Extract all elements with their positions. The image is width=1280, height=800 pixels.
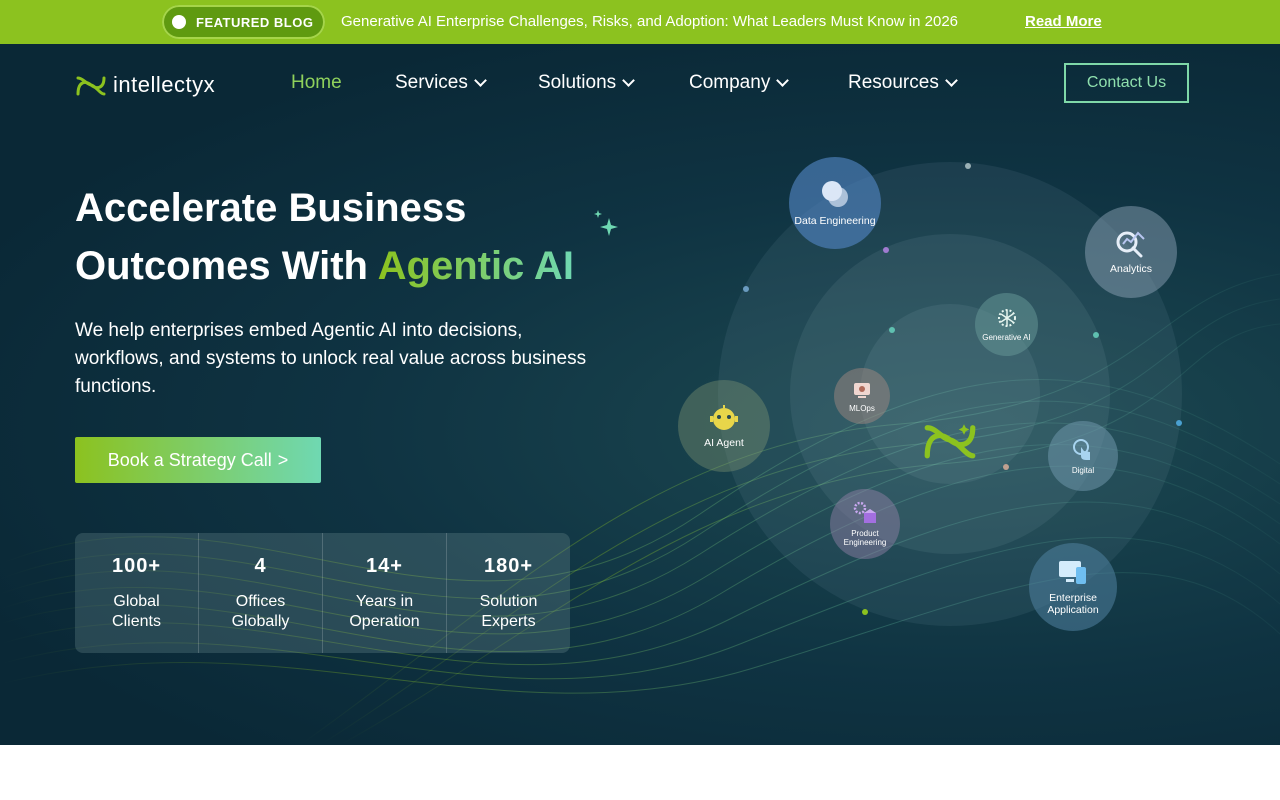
chevron-down-icon <box>622 74 636 87</box>
center-logo-icon <box>924 424 976 459</box>
node-label: Generative AI <box>982 333 1031 342</box>
node-analytics[interactable]: Analytics <box>1085 206 1177 298</box>
hero-subtitle: We help enterprises embed Agentic AI int… <box>75 320 587 397</box>
node-label: Digital <box>1071 465 1095 475</box>
nav-company[interactable]: Company <box>689 72 790 94</box>
node-label: Product Engineering <box>843 529 887 547</box>
featured-blog-headline[interactable]: Generative AI Enterprise Challenges, Ris… <box>341 13 958 30</box>
hero-title-line2: Outcomes With Agentic AI <box>75 237 574 295</box>
nav-services-label: Services <box>395 72 468 93</box>
nav-company-label: Company <box>689 72 771 93</box>
hero-title-accent: Agentic AI <box>377 244 574 288</box>
node-label: Data Engineering <box>794 215 876 227</box>
stat-number: 14+ <box>366 555 403 577</box>
data-engineering-icon <box>822 181 848 207</box>
cta-label: Book a Strategy Call <box>107 449 272 470</box>
mlops-icon <box>854 382 870 398</box>
book-strategy-call-button[interactable]: Book a Strategy Call > <box>75 437 321 483</box>
node-label: Enterprise Application <box>1047 592 1099 616</box>
node-ai-agent[interactable]: AI Agent <box>678 380 770 472</box>
read-more-link[interactable]: Read More <box>1025 13 1102 30</box>
hero-title: Accelerate Business Outcomes With Agenti… <box>75 179 574 295</box>
node-label: Analytics <box>1109 263 1152 275</box>
chevron-down-icon <box>944 74 958 87</box>
nav-resources-label: Resources <box>848 72 939 93</box>
stat-label: Years in Operation <box>349 593 420 630</box>
product-engineering-icon <box>853 501 876 523</box>
featured-blog-label: FEATURED BLOG <box>196 14 314 30</box>
node-enterprise-application[interactable]: Enterprise Application <box>1029 543 1117 631</box>
stat-item: 14+ Years in Operation <box>323 533 447 653</box>
next-section-placeholder <box>0 745 1280 800</box>
ai-agent-icon <box>710 405 738 430</box>
stat-number: 180+ <box>483 555 534 577</box>
nav-services[interactable]: Services <box>395 72 487 94</box>
featured-blog-badge: FEATURED BLOG <box>162 5 326 39</box>
stats-panel: 100+ Global Clients 4 Offices Globally 1… <box>75 533 570 653</box>
nav-home-label: Home <box>291 72 342 93</box>
brand-name: intellectyx <box>113 72 216 97</box>
sparkle-icon <box>594 210 618 236</box>
nav-home[interactable]: Home <box>291 72 342 94</box>
analytics-icon <box>1116 231 1145 258</box>
node-generative-ai[interactable]: Generative AI <box>975 293 1038 356</box>
nav-solutions-label: Solutions <box>538 72 617 93</box>
logo-icon <box>76 76 106 96</box>
badge-dot-icon <box>172 15 186 29</box>
node-label: AI Agent <box>704 437 744 449</box>
node-mlops[interactable]: MLOps <box>834 368 890 424</box>
nav-resources[interactable]: Resources <box>848 72 958 94</box>
node-label: MLOps <box>849 403 875 413</box>
chevron-right-icon: > <box>277 449 289 470</box>
hero-section: intellectyx Home Services Solutions Comp… <box>0 44 1280 745</box>
stat-number: 100+ <box>111 555 162 577</box>
stat-item: 100+ Global Clients <box>75 533 199 653</box>
announcement-bar: FEATURED BLOG Generative AI Enterprise C… <box>0 0 1280 44</box>
stat-item: 4 Offices Globally <box>199 533 323 653</box>
chevron-down-icon <box>776 74 790 87</box>
stat-label: Global Clients <box>112 593 161 630</box>
desktop-icon <box>1059 561 1086 584</box>
chevron-down-icon <box>473 74 487 87</box>
stat-item: 180+ Solution Experts <box>447 533 570 653</box>
stat-label: Offices Globally <box>231 593 290 630</box>
hero-title-line1: Accelerate Business <box>75 186 467 230</box>
hero-title-plain: Outcomes With <box>75 244 378 288</box>
nav-solutions[interactable]: Solutions <box>538 72 636 94</box>
node-product-engineering[interactable]: Product Engineering <box>830 489 900 559</box>
node-digital[interactable]: Digital <box>1048 421 1118 491</box>
node-data-engineering[interactable]: Data Engineering <box>789 157 881 249</box>
contact-us-button[interactable]: Contact Us <box>1064 63 1189 103</box>
stat-number: 4 <box>254 555 267 577</box>
stat-label: Solution Experts <box>479 593 538 630</box>
services-orbit-graphic: Data Engineering Analytics Generative AI <box>660 144 1220 704</box>
site-logo[interactable]: intellectyx <box>75 72 215 98</box>
touch-icon <box>1073 438 1090 460</box>
brain-icon <box>997 309 1016 327</box>
